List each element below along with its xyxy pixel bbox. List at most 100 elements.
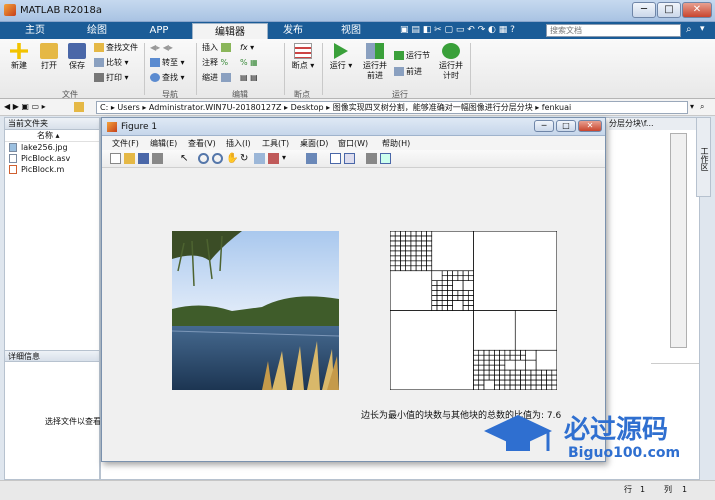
goto-button[interactable]: 转至 ▾ — [150, 58, 185, 68]
details-title: 详细信息 — [5, 350, 99, 362]
name-column-header[interactable]: 名称 ▴ — [5, 130, 99, 142]
link-plot-icon[interactable] — [306, 153, 317, 164]
run-and-advance-label-2: 前进 — [367, 71, 383, 80]
menu-help[interactable]: 帮助(H) — [382, 138, 410, 149]
fx-button[interactable]: fx ▾ — [240, 43, 254, 53]
pointer-icon[interactable]: ↖ — [180, 153, 191, 164]
close-button[interactable]: ✕ — [682, 2, 712, 18]
save-figure-icon[interactable] — [138, 153, 149, 164]
open-file-icon[interactable] — [124, 153, 135, 164]
find-files-label: 查找文件 — [106, 43, 138, 52]
figure-close-button[interactable]: ✕ — [578, 120, 602, 132]
tab-plots[interactable]: 绘图 — [68, 22, 126, 39]
rotate-icon[interactable]: ↻ — [240, 153, 251, 164]
breakpoints-label: 断点 — [291, 61, 308, 70]
tab-view[interactable]: 视图 — [318, 22, 384, 39]
editor-tab[interactable]: 分层分块\f... — [609, 118, 699, 130]
hide-plot-tools-icon[interactable] — [366, 153, 377, 164]
new-button[interactable]: 新建 — [6, 43, 32, 71]
minimize-button[interactable]: ─ — [632, 2, 656, 18]
run-and-time-button[interactable]: 运行并 计时 — [436, 43, 466, 81]
advance-icon — [394, 67, 404, 76]
tab-publish[interactable]: 发布 — [260, 22, 326, 39]
image-file-icon — [9, 143, 17, 152]
browse-icon[interactable]: ⌕ — [700, 102, 704, 112]
open-button[interactable]: 打开 — [36, 43, 62, 71]
nav-buttons[interactable]: ◀ ▶ ▣ ▭ ▸ — [4, 102, 46, 112]
search-icon[interactable]: ⌕ — [686, 24, 698, 36]
search-input[interactable]: 搜索文档 — [546, 24, 681, 37]
compare-button[interactable]: 比较 ▾ — [94, 58, 129, 68]
menu-view[interactable]: 查看(V) — [188, 138, 216, 149]
maximize-button[interactable]: □ — [657, 2, 681, 18]
run-button[interactable]: 运行 ▾ — [328, 43, 354, 71]
menu-window[interactable]: 窗口(W) — [338, 138, 368, 149]
brush-icon[interactable] — [268, 153, 279, 164]
col-value: 1 — [682, 485, 688, 494]
figure-maximize-button[interactable]: □ — [556, 120, 576, 132]
zoom-in-icon[interactable] — [198, 153, 209, 164]
save-button[interactable]: 保存 — [64, 43, 90, 71]
quick-access-toolbar[interactable]: ▣ ▤ ◧ ✂ ▢ ▭ ↶ ↷ ◐ ▦ ? — [400, 25, 540, 36]
menu-tools[interactable]: 工具(T) — [262, 138, 289, 149]
file-item[interactable]: PicBlock.m — [5, 164, 99, 175]
vertical-scrollbar[interactable] — [670, 133, 687, 348]
workspace-tab[interactable]: 工作区 — [696, 117, 711, 197]
tab-apps[interactable]: APP — [130, 22, 188, 39]
run-section-button[interactable]: 运行节 — [394, 51, 430, 61]
pan-icon[interactable]: ✋ — [226, 153, 238, 164]
row-value: 1 — [640, 485, 646, 494]
colorbar-icon[interactable] — [330, 153, 341, 164]
print-figure-icon[interactable] — [152, 153, 163, 164]
fx-icon: fx — [240, 43, 248, 52]
ribbon-tabs: 主页 绘图 APP 编辑器 发布 视图 ▣ ▤ ◧ ✂ ▢ ▭ ↶ ↷ ◐ ▦ … — [0, 22, 715, 39]
zoom-out-icon[interactable] — [212, 153, 223, 164]
advance-button[interactable]: 前进 — [394, 67, 422, 77]
menu-desktop[interactable]: 桌面(D) — [300, 138, 328, 149]
collapse-ribbon-icon[interactable]: ▾ — [700, 24, 712, 36]
compare-label: 比较 — [106, 58, 122, 67]
breakpoints-icon — [294, 43, 312, 59]
ribbon: 新建 打开 保存 查找文件 比较 ▾ 打印 ▾ 文件 ◀▸ ◀▸ 转至 ▾ 查找… — [0, 39, 715, 99]
back-forward-buttons[interactable]: ◀▸ ◀▸ — [150, 43, 173, 53]
tab-editor[interactable]: 编辑器 — [192, 23, 268, 39]
plus-icon — [10, 43, 28, 59]
comment-tools[interactable]: % ▦ — [240, 58, 258, 68]
show-plot-tools-icon[interactable] — [380, 153, 391, 164]
menu-file[interactable]: 文件(F) — [112, 138, 139, 149]
brush-dropdown-icon[interactable]: ▾ — [282, 153, 293, 164]
divider — [196, 43, 197, 95]
data-cursor-icon[interactable] — [254, 153, 265, 164]
legend-icon[interactable] — [344, 153, 355, 164]
file-item[interactable]: lake256.jpg — [5, 142, 99, 153]
m-file-icon — [9, 165, 17, 174]
divider — [322, 43, 323, 95]
path-dropdown-icon[interactable]: ▾ — [690, 102, 694, 112]
divider — [470, 43, 471, 95]
advance-label: 前进 — [406, 67, 422, 76]
file-item[interactable]: PicBlock.asv — [5, 153, 99, 164]
find-icon — [150, 73, 160, 82]
comment-button[interactable]: 注释 % — [202, 58, 228, 68]
insert-button[interactable]: 插入 — [202, 43, 233, 53]
menu-edit[interactable]: 编辑(E) — [150, 138, 177, 149]
comment-percent-icon: % — [220, 58, 229, 67]
tab-home[interactable]: 主页 — [6, 22, 64, 39]
figure-minimize-button[interactable]: ─ — [534, 120, 554, 132]
find-button[interactable]: 查找 ▾ — [150, 73, 185, 83]
menu-insert[interactable]: 插入(I) — [226, 138, 251, 149]
app-title: MATLAB R2018a — [20, 5, 103, 16]
print-button[interactable]: 打印 ▾ — [94, 73, 129, 83]
figure-title: Figure 1 — [121, 122, 158, 132]
indent-tools[interactable]: ▤ ▤ — [240, 73, 258, 83]
insert-label: 插入 — [202, 43, 218, 52]
run-and-advance-button[interactable]: 运行并 前进 — [360, 43, 390, 81]
find-files-button[interactable]: 查找文件 — [94, 43, 138, 53]
file-name: PicBlock.m — [21, 165, 65, 174]
col-label: 列 — [664, 485, 672, 494]
figure-toolbar: ↖ ✋ ↻ ▾ — [102, 150, 605, 168]
current-path[interactable]: C: ▸ Users ▸ Administrator.WIN7U-2018012… — [96, 101, 688, 114]
indent-button[interactable]: 缩进 — [202, 73, 233, 83]
new-figure-icon[interactable] — [110, 153, 121, 164]
breakpoints-button[interactable]: 断点 ▾ — [290, 43, 316, 71]
